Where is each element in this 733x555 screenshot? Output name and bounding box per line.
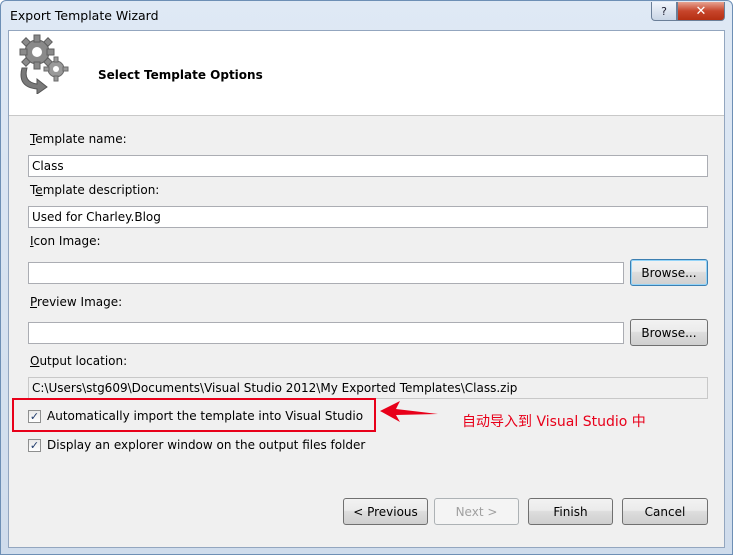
- page-title: Select Template Options: [98, 68, 263, 82]
- icon-image-input[interactable]: [28, 262, 624, 284]
- display-explorer-label[interactable]: Display an explorer window on the output…: [47, 438, 365, 452]
- preview-image-browse-label: Browse...: [641, 325, 697, 340]
- previous-button-label: < Previous: [353, 504, 418, 519]
- cancel-button[interactable]: Cancel: [622, 498, 708, 525]
- cancel-button-label: Cancel: [644, 504, 686, 519]
- display-explorer-checkbox[interactable]: ✓: [28, 439, 41, 452]
- gears-export-icon: [19, 34, 69, 94]
- template-description-label: Template description:: [30, 183, 160, 197]
- template-name-label-rest: emplate name:: [35, 132, 127, 146]
- template-description-input[interactable]: Used for Charley.Blog: [28, 206, 708, 228]
- close-icon: ✕: [695, 3, 707, 19]
- icon-image-accesskey: I: [30, 234, 34, 248]
- export-template-wizard-window: Export Template Wizard ? ✕ Select Templa…: [0, 0, 733, 555]
- icon-image-browse-label: Browse...: [641, 265, 697, 280]
- wizard-client-area: Select Template Options Template name: C…: [8, 30, 725, 548]
- preview-image-label: Preview Image:: [30, 295, 123, 309]
- close-button[interactable]: ✕: [677, 2, 725, 21]
- preview-image-browse-button[interactable]: Browse...: [630, 319, 708, 346]
- annotation-highlight-box: [12, 398, 376, 432]
- icon-image-browse-button[interactable]: Browse...: [630, 259, 708, 286]
- next-button-label: Next >: [455, 504, 498, 519]
- finish-button[interactable]: Finish: [528, 498, 613, 525]
- finish-button-label: Finish: [553, 504, 588, 519]
- annotation-text: 自动导入到 Visual Studio 中: [462, 414, 646, 430]
- template-name-input[interactable]: Class: [28, 155, 708, 177]
- next-button[interactable]: Next >: [434, 498, 519, 525]
- preview-image-input[interactable]: [28, 322, 624, 344]
- help-icon: ?: [661, 4, 667, 18]
- help-button[interactable]: ?: [651, 2, 677, 21]
- previous-button[interactable]: < Previous: [343, 498, 428, 525]
- template-description-accesskey: e: [35, 183, 43, 197]
- output-location-field: C:\Users\stg609\Documents\Visual Studio …: [28, 377, 708, 399]
- output-location-label: Output location:: [30, 354, 128, 368]
- template-name-label: Template name:: [30, 132, 127, 146]
- annotation-arrow-icon: [380, 401, 438, 422]
- output-location-accesskey: O: [30, 354, 40, 368]
- icon-image-label: Icon Image:: [30, 234, 101, 248]
- wizard-header: Select Template Options: [9, 31, 724, 116]
- preview-image-accesskey: P: [30, 295, 38, 309]
- window-title: Export Template Wizard: [10, 8, 159, 23]
- title-bar[interactable]: Export Template Wizard ? ✕: [1, 1, 732, 30]
- checkmark-icon: ✓: [29, 439, 40, 452]
